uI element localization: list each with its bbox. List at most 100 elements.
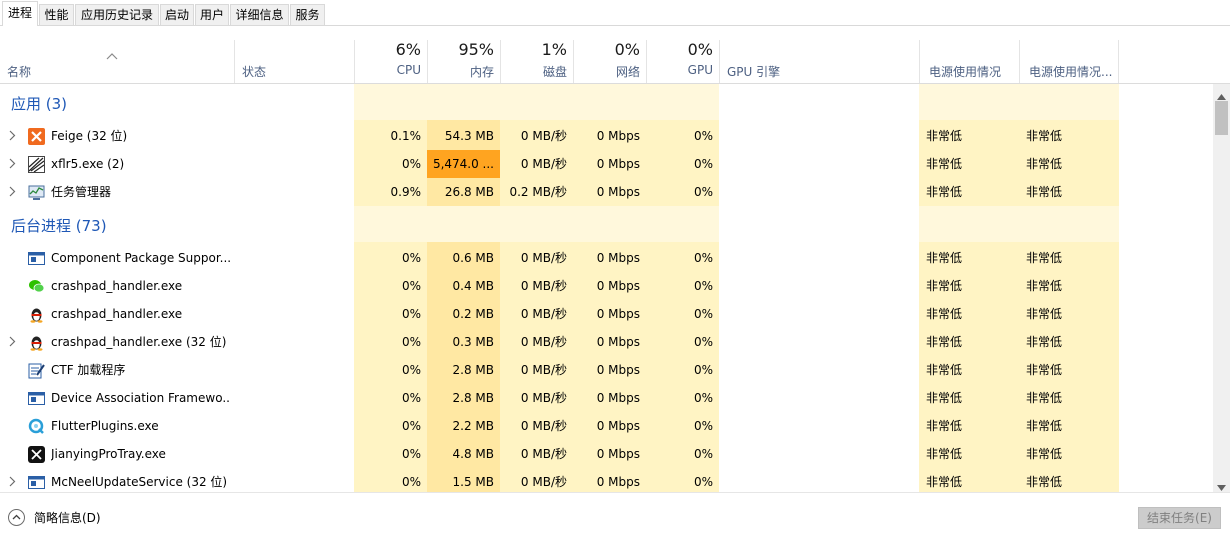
process-name: Feige (32 位) xyxy=(51,129,128,143)
column-status[interactable]: 状态 xyxy=(234,40,354,84)
tab-users[interactable]: 用户 xyxy=(195,4,229,26)
disk-cell: 0.2 MB/秒 xyxy=(509,185,567,199)
power-cell: 非常低 xyxy=(926,391,963,405)
power-trend-cell: 非常低 xyxy=(1026,185,1063,199)
vertical-scrollbar[interactable] xyxy=(1213,84,1230,492)
process-row[interactable]: crashpad_handler.exe 0% 0.2 MB 0 MB/秒 0 Mbps… xyxy=(0,300,1213,328)
network-cell: 0 Mbps xyxy=(596,307,640,321)
memory-cell: 4.8 MB xyxy=(452,447,494,461)
memory-cell: 26.8 MB xyxy=(444,185,494,199)
expand-chevron-icon[interactable] xyxy=(8,476,18,488)
column-disk[interactable]: 1% 磁盘 xyxy=(500,40,573,84)
process-name: 任务管理器 xyxy=(51,185,112,199)
expand-chevron-icon[interactable] xyxy=(8,158,18,170)
collapse-circle-icon xyxy=(8,509,25,526)
column-network[interactable]: 0% 网络 xyxy=(573,40,646,84)
power-cell: 非常低 xyxy=(926,129,963,143)
column-cpu-label: CPU xyxy=(396,63,421,77)
memory-cell: 2.8 MB xyxy=(452,363,494,377)
process-name: CTF 加载程序 xyxy=(51,363,126,377)
process-row[interactable]: crashpad_handler.exe 0% 0.4 MB 0 MB/秒 0 Mbps… xyxy=(0,272,1213,300)
disk-cell: 0 MB/秒 xyxy=(520,129,567,143)
wechat-icon xyxy=(28,278,45,295)
end-task-button[interactable]: 结束任务(E) xyxy=(1138,507,1221,529)
window-app-icon xyxy=(28,250,45,267)
process-row[interactable]: McNeelUpdateService (32 位) 0% 1.5 MB 0 MB/秒… xyxy=(0,468,1213,492)
column-power-label: 电源使用情况 xyxy=(929,65,1002,79)
column-gpu[interactable]: 0% GPU xyxy=(646,40,719,84)
column-name-label: 名称 xyxy=(7,65,32,79)
column-header: 名称 状态 6% CPU 95% 内存 1% 磁盘 0% 网络 0% GPU G… xyxy=(0,26,1230,84)
column-name[interactable]: 名称 xyxy=(0,40,234,84)
column-power-trend[interactable]: 电源使用情况... xyxy=(1019,40,1119,84)
network-cell: 0 Mbps xyxy=(596,419,640,433)
process-row[interactable]: FlutterPlugins.exe 0% 2.2 MB 0 MB/秒 0 Mbps 0%… xyxy=(0,412,1213,440)
power-trend-cell: 非常低 xyxy=(1026,391,1063,405)
column-memory[interactable]: 95% 内存 xyxy=(427,40,500,84)
process-row[interactable]: Feige (32 位) 0.1% 54.3 MB 0 MB/秒 0 Mbps 0% 非常低… xyxy=(0,122,1213,150)
cpu-cell: 0% xyxy=(401,447,421,461)
power-trend-cell: 非常低 xyxy=(1026,363,1063,377)
column-memory-label: 内存 xyxy=(469,65,494,79)
process-row[interactable]: Component Package Suppor... 0% 0.6 MB 0 MB/… xyxy=(0,244,1213,272)
process-name: xflr5.exe (2) xyxy=(51,157,125,171)
network-total-percent: 0% xyxy=(614,40,640,59)
tab-app-history[interactable]: 应用历史记录 xyxy=(75,4,159,26)
network-cell: 0 Mbps xyxy=(596,447,640,461)
gpu-cell: 0% xyxy=(693,391,713,405)
column-status-label: 状态 xyxy=(242,65,267,79)
gpu-cell: 0% xyxy=(693,279,713,293)
gpu-cell: 0% xyxy=(693,185,713,199)
column-gpu-engine[interactable]: GPU 引擎 xyxy=(719,40,919,84)
power-cell: 非常低 xyxy=(926,157,963,171)
memory-cell: 1.5 MB xyxy=(452,475,494,489)
column-power-trend-label: 电源使用情况... xyxy=(1029,65,1113,79)
disk-cell: 0 MB/秒 xyxy=(520,335,567,349)
network-cell: 0 Mbps xyxy=(596,157,640,171)
tab-details[interactable]: 详细信息 xyxy=(230,4,289,26)
cpu-cell: 0% xyxy=(401,391,421,405)
process-row[interactable]: crashpad_handler.exe (32 位) 0% 0.3 MB 0 MB/… xyxy=(0,328,1213,356)
column-network-label: 网络 xyxy=(615,65,640,79)
process-name-cell: crashpad_handler.exe xyxy=(0,272,234,300)
expand-chevron-icon[interactable] xyxy=(8,336,18,348)
process-row[interactable]: JianyingProTray.exe 0% 4.8 MB 0 MB/秒 0 Mbps 0… xyxy=(0,440,1213,468)
power-cell: 非常低 xyxy=(926,447,963,461)
memory-cell: 5,474.0 ... xyxy=(427,150,500,178)
network-cell: 0 Mbps xyxy=(596,129,640,143)
tab-performance[interactable]: 性能 xyxy=(39,4,74,26)
tab-services[interactable]: 服务 xyxy=(290,4,325,26)
column-power[interactable]: 电源使用情况 xyxy=(919,40,1019,84)
memory-cell: 0.4 MB xyxy=(452,279,494,293)
process-name: JianyingProTray.exe xyxy=(51,447,166,461)
tab-startup[interactable]: 启动 xyxy=(160,4,194,26)
disk-cell: 0 MB/秒 xyxy=(520,475,567,489)
process-row[interactable]: CTF 加载程序 0% 2.8 MB 0 MB/秒 0 Mbps 0% 非常低 非常低 xyxy=(0,356,1213,384)
cpu-cell: 0% xyxy=(401,475,421,489)
gpu-cell: 0% xyxy=(693,157,713,171)
process-row[interactable]: 任务管理器 0.9% 26.8 MB 0.2 MB/秒 0 Mbps 0% 非常低 非常低 xyxy=(0,178,1213,206)
process-name: crashpad_handler.exe xyxy=(51,279,183,293)
tab-processes[interactable]: 进程 xyxy=(2,1,38,26)
expand-chevron-icon[interactable] xyxy=(8,186,18,198)
power-trend-cell: 非常低 xyxy=(1026,129,1063,143)
expand-chevron-icon[interactable] xyxy=(8,130,18,142)
disk-cell: 0 MB/秒 xyxy=(520,307,567,321)
column-cpu[interactable]: 6% CPU xyxy=(354,40,427,84)
network-cell: 0 Mbps xyxy=(596,363,640,377)
group-apps[interactable]: 应用 (3) xyxy=(0,84,1213,120)
column-disk-label: 磁盘 xyxy=(542,65,567,79)
memory-cell: 54.3 MB xyxy=(444,129,494,143)
gpu-cell: 0% xyxy=(693,419,713,433)
process-row[interactable]: Device Association Framewo... 0% 2.8 MB 0 M… xyxy=(0,384,1213,412)
footer-bar: 简略信息(D) 结束任务(E) xyxy=(0,492,1230,541)
memory-total-percent: 95% xyxy=(458,40,494,59)
jianying-icon xyxy=(28,446,45,463)
memory-cell: 0.3 MB xyxy=(452,335,494,349)
scrollbar-thumb[interactable] xyxy=(1215,101,1228,135)
process-row[interactable]: xflr5.exe (2) 0% 5,474.0 ... 0 MB/秒 0 Mbps 0%… xyxy=(0,150,1213,178)
disk-cell: 0 MB/秒 xyxy=(520,391,567,405)
group-background[interactable]: 后台进程 (73) xyxy=(0,206,1213,242)
process-name-cell: crashpad_handler.exe (32 位) xyxy=(0,328,234,356)
column-gpu-label: GPU xyxy=(687,63,713,77)
